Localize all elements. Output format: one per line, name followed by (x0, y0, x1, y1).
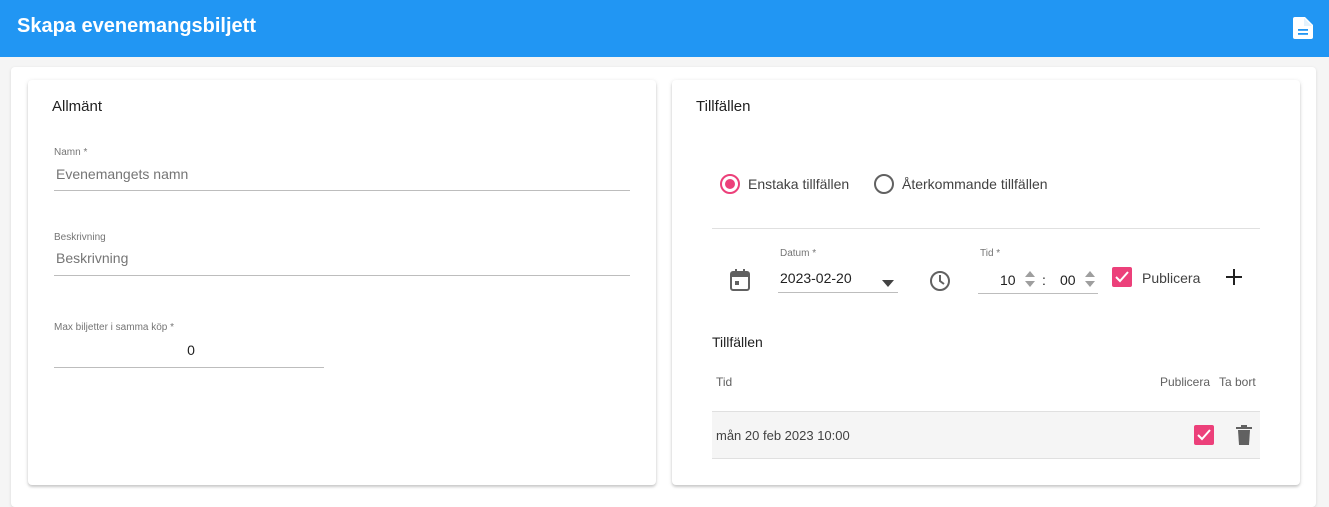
radio-single-occasions[interactable] (720, 174, 740, 194)
occasions-title: Tillfällen (696, 98, 751, 115)
clock-icon (929, 270, 951, 297)
name-input[interactable] (56, 166, 630, 182)
minute-spinner-icon[interactable] (1084, 270, 1096, 293)
trash-icon[interactable] (1236, 425, 1252, 450)
time-underline (978, 293, 1098, 294)
general-card: Allmänt Namn * Beskrivning Max biljetter… (28, 80, 656, 485)
radio-single-label: Enstaka tillfällen (748, 176, 850, 192)
publish-label: Publicera (1142, 270, 1201, 286)
add-icon[interactable] (1225, 268, 1243, 291)
description-input[interactable] (56, 250, 630, 266)
column-header-publish: Publicera (1160, 375, 1211, 389)
radio-divider (712, 228, 1260, 229)
description-label: Beskrivning (54, 232, 106, 243)
dropdown-arrow-icon[interactable] (882, 274, 894, 292)
time-separator: : (1042, 272, 1046, 288)
row-time: mån 20 feb 2023 10:00 (716, 428, 850, 443)
radio-recurring-occasions[interactable] (874, 174, 894, 194)
max-tickets-input[interactable] (56, 342, 326, 358)
date-value[interactable]: 2023-02-20 (780, 270, 852, 286)
description-underline (54, 275, 630, 276)
max-tickets-label: Max biljetter i samma köp * (54, 322, 175, 333)
column-header-time: Tid (716, 375, 733, 389)
date-underline (778, 292, 898, 293)
calendar-icon (730, 269, 750, 296)
name-underline (54, 190, 630, 191)
hour-spinner-icon[interactable] (1024, 270, 1036, 293)
date-label: Datum * (780, 248, 817, 259)
name-label: Namn * (54, 147, 88, 158)
radio-recurring-label: Återkommande tillfällen (902, 176, 1048, 192)
minute-input[interactable]: 00 (1060, 272, 1076, 288)
general-title: Allmänt (52, 98, 103, 115)
page-title: Skapa evenemangsbiljett (17, 15, 256, 37)
occasions-list-title: Tillfällen (712, 334, 763, 350)
document-icon[interactable] (1293, 17, 1313, 39)
column-header-delete: Ta bort (1219, 375, 1256, 389)
time-label: Tid * (980, 248, 1001, 259)
hour-input[interactable]: 10 (1000, 272, 1016, 288)
row-publish-checkbox[interactable] (1194, 425, 1214, 445)
app-bar: Skapa evenemangsbiljett (0, 0, 1329, 57)
publish-checkbox[interactable] (1112, 267, 1132, 287)
max-tickets-underline (54, 367, 324, 368)
